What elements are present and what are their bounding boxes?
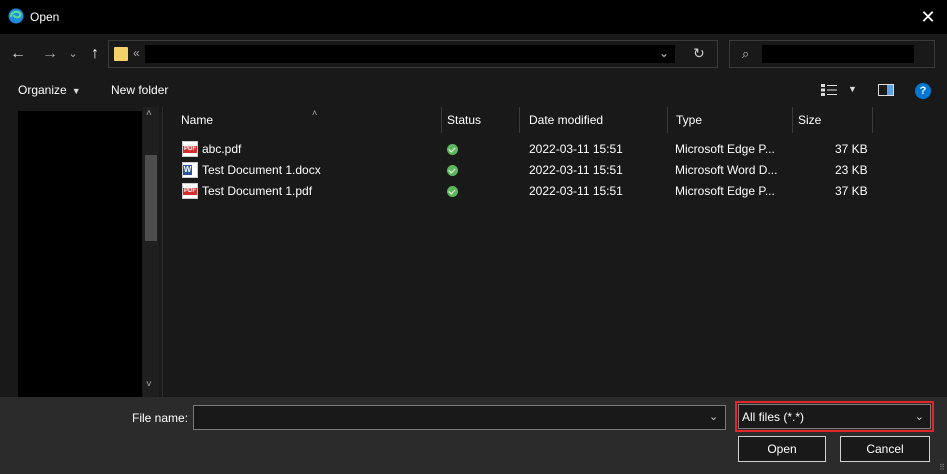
column-label: Name	[181, 113, 214, 127]
cancel-button[interactable]: Cancel	[840, 436, 930, 462]
column-header-name[interactable]: ˄ Name	[172, 107, 442, 133]
pdf-icon	[182, 183, 198, 199]
file-type-filter-select[interactable]: All files (*.*) ⌄	[738, 404, 931, 429]
file-size: 37 KB	[835, 142, 868, 156]
scroll-thumb[interactable]	[145, 155, 157, 241]
word-icon	[182, 162, 198, 178]
file-date: 2022-03-11 15:51	[529, 163, 623, 177]
file-size: 37 KB	[835, 184, 868, 198]
column-header-status[interactable]: Status	[438, 107, 520, 133]
file-row[interactable]: abc.pdf 2022-03-11 15:51 Microsoft Edge …	[163, 139, 947, 160]
back-arrow-icon[interactable]: ←	[8, 43, 28, 65]
pdf-icon	[182, 141, 198, 157]
column-header-type[interactable]: Type	[667, 107, 793, 133]
scroll-down-icon[interactable]: ˅	[146, 379, 152, 390]
organize-button[interactable]: Organize ▼	[18, 83, 81, 97]
file-name-label: File name:	[132, 411, 189, 425]
file-size: 23 KB	[835, 163, 868, 177]
edge-browser-icon	[8, 8, 24, 24]
view-options-icon[interactable]	[821, 84, 837, 96]
breadcrumb-overflow-icon[interactable]: «	[133, 46, 140, 60]
file-name-dropdown-icon[interactable]: ⌄	[709, 410, 718, 423]
caret-down-icon: ▼	[71, 86, 81, 96]
redacted-search-text	[762, 45, 914, 63]
refresh-icon[interactable]: ↻	[693, 45, 705, 62]
redacted-navigation-tree	[18, 111, 142, 397]
file-date: 2022-03-11 15:51	[529, 184, 623, 198]
navigation-scrollbar[interactable]: ˄ ˅	[143, 107, 159, 397]
address-dropdown-icon[interactable]: ⌄	[659, 46, 669, 60]
dialog-footer: File name: ⌄ All files (*.*) ⌄ Open Canc…	[0, 397, 947, 474]
synced-icon	[447, 144, 458, 155]
file-name: Test Document 1.docx	[202, 163, 321, 177]
recent-locations-chevron-icon[interactable]: ⌄	[66, 43, 80, 65]
file-name: abc.pdf	[202, 142, 242, 156]
up-arrow-icon[interactable]: ↑	[86, 43, 104, 65]
file-row[interactable]: Test Document 1.docx 2022-03-11 15:51 Mi…	[163, 160, 947, 181]
navigation-pane[interactable]: ˄ ˅	[0, 107, 162, 397]
navigation-bar: ← → ⌄ ↑ « ⌄ ↻ ⌕	[0, 34, 947, 74]
file-type: Microsoft Edge P...	[675, 184, 775, 198]
chevron-down-icon: ⌄	[914, 411, 924, 423]
help-icon[interactable]: ?	[915, 83, 931, 99]
file-row[interactable]: Test Document 1.pdf 2022-03-11 15:51 Mic…	[163, 181, 947, 202]
redacted-path	[145, 45, 675, 63]
file-type: Microsoft Edge P...	[675, 142, 775, 156]
synced-icon	[447, 186, 458, 197]
column-header-date-modified[interactable]: Date modified	[520, 107, 668, 133]
folder-icon	[114, 47, 128, 61]
file-type: Microsoft Word D...	[675, 163, 778, 177]
file-list: ˄ Name Status Date modified Type Size ab…	[163, 107, 947, 397]
synced-icon	[447, 165, 458, 176]
command-toolbar: Organize ▼ New folder ▼ ?	[0, 74, 947, 107]
window-title: Open	[30, 10, 60, 24]
new-folder-button[interactable]: New folder	[111, 83, 168, 97]
preview-pane-icon[interactable]	[878, 84, 894, 96]
file-name-input[interactable]	[193, 405, 726, 430]
resize-grip-icon[interactable]: ⠿	[939, 463, 945, 472]
title-bar: Open ✕	[0, 0, 947, 34]
sort-ascending-icon: ˄	[312, 108, 318, 118]
organize-label: Organize	[18, 83, 67, 97]
close-icon[interactable]: ✕	[915, 4, 941, 30]
search-box[interactable]: ⌕	[729, 40, 935, 68]
column-header-size[interactable]: Size	[789, 107, 873, 133]
forward-arrow-icon[interactable]: →	[40, 43, 60, 65]
scroll-up-icon[interactable]: ˄	[146, 108, 152, 119]
file-date: 2022-03-11 15:51	[529, 142, 623, 156]
open-button[interactable]: Open	[738, 436, 826, 462]
view-dropdown-icon[interactable]: ▼	[848, 84, 857, 94]
search-icon: ⌕	[742, 46, 750, 61]
file-name: Test Document 1.pdf	[202, 184, 313, 198]
address-bar[interactable]: « ⌄ ↻	[108, 40, 718, 68]
file-type-filter-value: All files (*.*)	[742, 410, 805, 424]
